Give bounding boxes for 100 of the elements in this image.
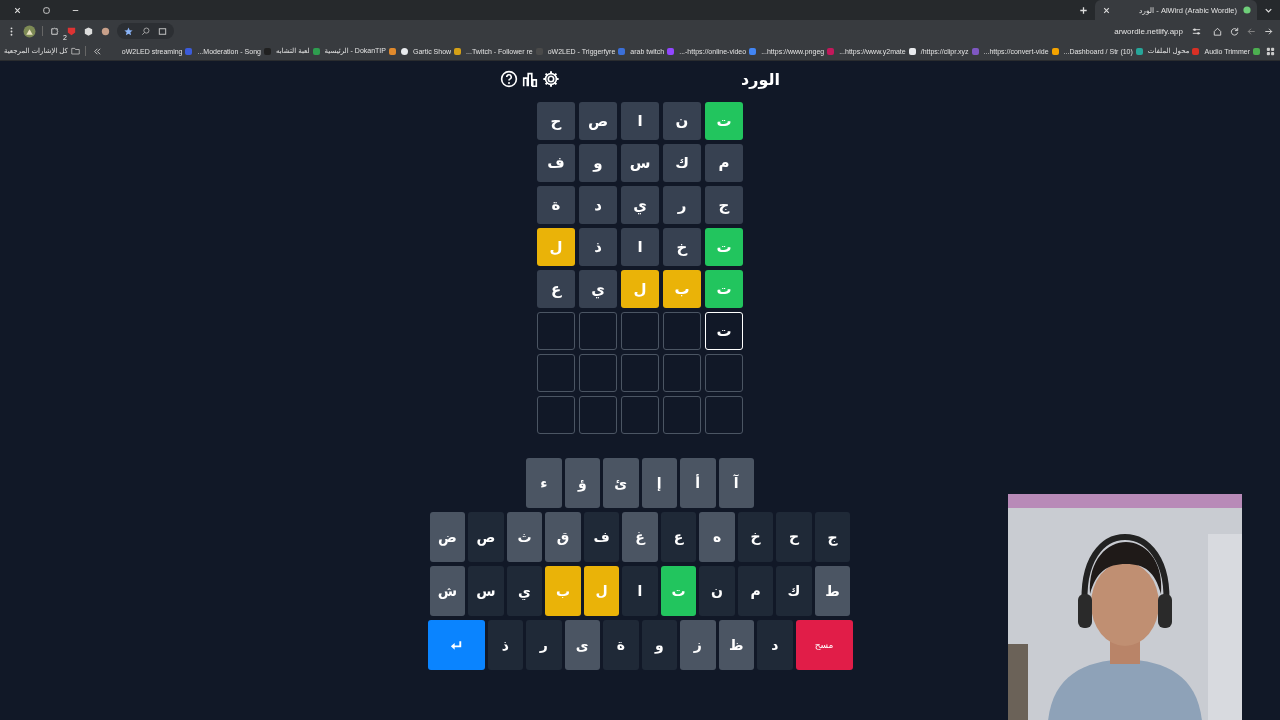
game-title: الورد <box>741 69 780 89</box>
tile-letter: و <box>593 154 603 172</box>
letter-tile <box>579 354 617 392</box>
keyboard-key[interactable]: ف <box>583 512 620 562</box>
keyboard-key[interactable]: ي <box>506 566 543 616</box>
tile-letter: ت <box>716 322 732 340</box>
apps-icon[interactable] <box>1265 45 1276 57</box>
tile-letter: ع <box>550 280 562 298</box>
restore-icon[interactable] <box>41 4 52 16</box>
zoom-icon[interactable] <box>140 25 151 37</box>
keyboard-key[interactable]: ؤ <box>564 458 600 508</box>
letter-tile <box>537 396 575 434</box>
keyboard-key[interactable]: و <box>641 620 677 670</box>
keyboard-key[interactable]: م <box>737 566 774 616</box>
bookmark-icon[interactable] <box>1135 47 1143 55</box>
keyboard-key[interactable]: آ <box>718 458 754 508</box>
keyboard-key[interactable]: ن <box>699 566 735 616</box>
keyboard-key[interactable]: د <box>757 620 793 670</box>
reload-icon[interactable] <box>1229 25 1240 37</box>
tile-letter: ل <box>633 280 647 298</box>
tile-letter: ر <box>677 196 687 214</box>
letter-tile <box>621 354 659 392</box>
keyboard-key[interactable]: ء <box>526 458 562 508</box>
tile-letter: ذ <box>594 238 602 256</box>
chart-icon[interactable] <box>521 70 539 88</box>
tile-letter: م <box>718 154 730 172</box>
forward-icon[interactable] <box>1263 25 1274 37</box>
keyboard-key[interactable]: ع <box>660 512 697 562</box>
star-icon[interactable] <box>123 25 134 37</box>
letter-tile <box>621 396 659 434</box>
letter-tile <box>621 312 659 350</box>
tile-letter: ن <box>675 112 689 130</box>
enter-icon <box>450 639 462 651</box>
address-bar[interactable]: arwordle.netlify.app <box>1110 23 1206 39</box>
letter-tile <box>663 354 701 392</box>
letter-tile <box>705 354 743 392</box>
keyboard-key[interactable]: ز <box>680 620 716 670</box>
keyboard-key[interactable]: ى <box>564 620 600 670</box>
keyboard-key[interactable]: ه <box>699 512 735 562</box>
extension-icon[interactable] <box>100 25 111 37</box>
tile-letter: د <box>594 196 602 214</box>
bookmark-icon[interactable] <box>401 47 408 55</box>
letter-tile <box>537 354 575 392</box>
bookmark-icon[interactable] <box>454 47 462 55</box>
bookmark-icon[interactable] <box>908 47 916 55</box>
extension-icon[interactable] <box>83 25 94 37</box>
tile-letter: ف <box>547 154 565 172</box>
keyboard-key[interactable]: ق <box>545 512 581 562</box>
plus-icon[interactable] <box>1078 4 1089 16</box>
keyboard-key[interactable]: خ <box>737 512 774 562</box>
tile-letter: ا <box>637 112 643 130</box>
keyboard-key[interactable]: ث <box>506 512 543 562</box>
letter-tile <box>663 312 701 350</box>
settings-icon[interactable] <box>542 70 560 88</box>
home-icon[interactable] <box>1212 25 1223 37</box>
bookmark-icon[interactable] <box>389 47 396 55</box>
keyboard-key[interactable]: أ <box>680 458 716 508</box>
keyboard-key[interactable]: ج <box>814 512 851 562</box>
tile-letter: ة <box>551 196 561 214</box>
letter-tile <box>579 312 617 350</box>
delete-key[interactable]: مسح <box>795 620 853 670</box>
letter-tile <box>579 396 617 434</box>
tile-letter: ت <box>716 280 732 298</box>
tile-letter: ا <box>637 238 643 256</box>
bookmark-icon[interactable] <box>1051 47 1059 55</box>
tile-letter: س <box>629 154 651 172</box>
keyboard-key[interactable]: غ <box>622 512 658 562</box>
keyboard-key[interactable]: ر <box>526 620 562 670</box>
tile-letter: ي <box>591 280 605 298</box>
keyboard-key[interactable]: ش <box>429 566 466 616</box>
avatar-icon[interactable] <box>23 24 36 38</box>
site-icon <box>1243 6 1251 14</box>
keyboard-key[interactable]: ذ <box>487 620 523 670</box>
keyboard-key[interactable]: ك <box>776 566 812 616</box>
tile-letter: ل <box>549 238 563 256</box>
keyboard-key[interactable]: ة <box>603 620 639 670</box>
tile-letter: ت <box>716 238 732 256</box>
keyboard-key[interactable]: ا <box>622 566 658 616</box>
tile-letter: ج <box>718 196 730 214</box>
letter-tile <box>663 396 701 434</box>
tile-letter: ي <box>633 196 647 214</box>
keyboard-key[interactable]: ض <box>429 512 466 562</box>
bookmark-icon[interactable] <box>1253 47 1260 55</box>
tile-letter: ب <box>674 280 690 298</box>
keyboard-key[interactable]: ص <box>468 512 504 562</box>
keyboard-key[interactable]: ح <box>776 512 812 562</box>
tile-letter: خ <box>676 238 688 256</box>
keyboard-key[interactable]: إ <box>641 458 677 508</box>
back-icon[interactable] <box>1246 25 1257 37</box>
keyboard-key[interactable]: ظ <box>718 620 754 670</box>
keyboard-key[interactable]: ط <box>814 566 851 616</box>
letter-tile <box>705 396 743 434</box>
keyboard-key[interactable]: ئ <box>603 458 639 508</box>
tile-letter: ص <box>587 112 609 130</box>
letter-tile <box>537 312 575 350</box>
tile-letter: ت <box>716 112 732 130</box>
tile-letter: ك <box>675 154 689 172</box>
help-icon[interactable] <box>500 70 518 88</box>
keyboard-key[interactable]: س <box>468 566 504 616</box>
folder-icon[interactable] <box>70 47 80 55</box>
